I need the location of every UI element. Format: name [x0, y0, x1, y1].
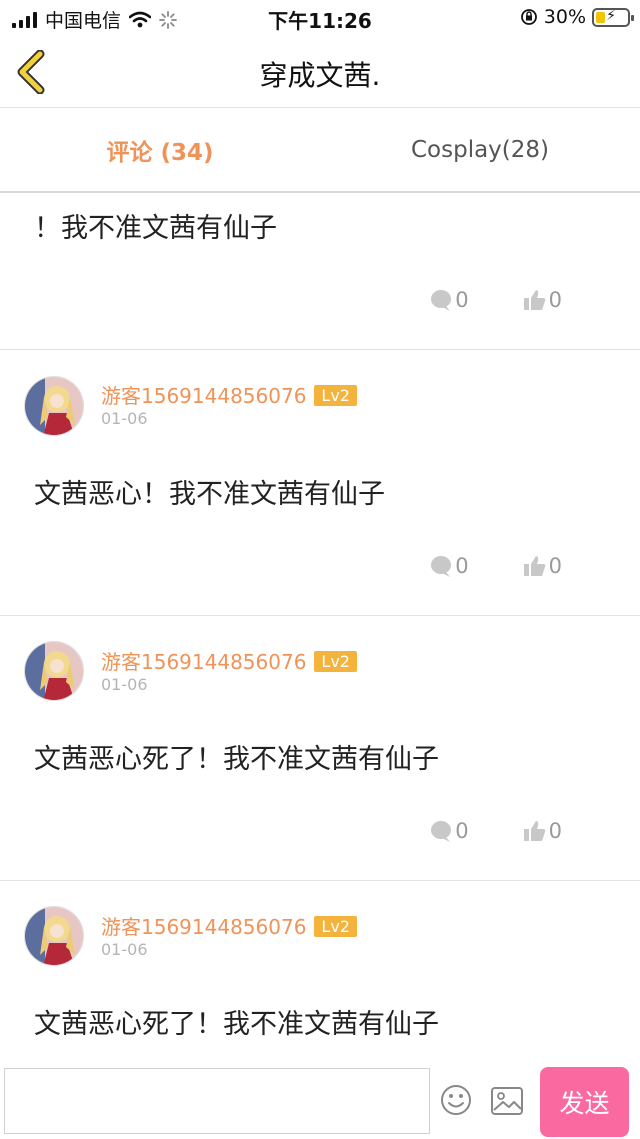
reply-button[interactable]: 0	[429, 554, 469, 578]
status-bar: 中国电信 下午11:26 30% ⚡	[0, 0, 640, 36]
avatar[interactable]	[24, 641, 84, 701]
comment-content: 文茜恶心死了！我不准文茜有仙子	[34, 744, 439, 775]
thumbs-up-icon	[523, 821, 545, 841]
thumbs-up-icon	[523, 290, 545, 310]
like-button[interactable]: 0	[523, 554, 562, 578]
avatar[interactable]	[24, 376, 84, 436]
send-button[interactable]: 发送	[540, 1067, 629, 1137]
picture-icon[interactable]	[490, 1086, 524, 1116]
comment-username[interactable]: 游客1569144856076	[101, 915, 306, 939]
reply-count: 0	[455, 554, 469, 578]
level-badge: Lv2	[314, 651, 357, 672]
tab-cosplay[interactable]: Cosplay(28)	[320, 109, 640, 191]
comment-item: 游客1569144856076 Lv2 01-06 文茜恶心！我不准文茜有仙子 0…	[0, 350, 640, 616]
comment-item: ！我不准文茜有仙子 0 0	[0, 194, 640, 350]
comment-content: 文茜恶心死了！我不准文茜有仙子	[34, 1009, 439, 1040]
battery-icon: ⚡	[592, 7, 634, 27]
tab-bar: 评论 (34) Cosplay(28)	[0, 109, 640, 193]
like-count: 0	[548, 288, 562, 312]
level-badge: Lv2	[314, 385, 357, 406]
reply-button[interactable]: 0	[429, 819, 469, 843]
reply-count: 0	[455, 819, 469, 843]
tab-comments[interactable]: 评论 (34)	[0, 109, 320, 191]
thumbs-up-icon	[523, 556, 545, 576]
reply-button[interactable]: 0	[429, 288, 469, 312]
comment-item: 游客1569144856076 Lv2 01-06 文茜恶心死了！我不准文茜有仙子…	[0, 616, 640, 881]
reply-count: 0	[455, 288, 469, 312]
comment-content: ！我不准文茜有仙子	[34, 213, 277, 244]
level-badge: Lv2	[314, 916, 357, 937]
comment-username[interactable]: 游客1569144856076	[101, 384, 306, 408]
comment-item: 游客1569144856076 Lv2 01-06 文茜恶心死了！我不准文茜有仙子	[0, 881, 640, 1064]
like-button[interactable]: 0	[523, 819, 562, 843]
comment-username[interactable]: 游客1569144856076	[101, 650, 306, 674]
comment-date: 01-06	[101, 940, 148, 959]
like-button[interactable]: 0	[523, 288, 562, 312]
like-count: 0	[548, 819, 562, 843]
comment-input[interactable]	[4, 1068, 430, 1134]
comment-date: 01-06	[101, 409, 148, 428]
comment-date: 01-06	[101, 675, 148, 694]
battery-percent: 30%	[543, 6, 586, 28]
orientation-lock-icon	[520, 9, 537, 25]
comment-composer: 发送	[0, 1064, 640, 1139]
comment-bubble-icon	[431, 556, 452, 577]
smiley-icon[interactable]	[440, 1084, 472, 1116]
page-title: 穿成文茜.	[259, 59, 381, 92]
comment-bubble-icon	[431, 290, 452, 311]
like-count: 0	[548, 554, 562, 578]
comment-content: 文茜恶心！我不准文茜有仙子	[34, 479, 385, 510]
comment-bubble-icon	[431, 821, 452, 842]
nav-bar: 穿成文茜.	[0, 36, 640, 108]
avatar[interactable]	[24, 906, 84, 966]
